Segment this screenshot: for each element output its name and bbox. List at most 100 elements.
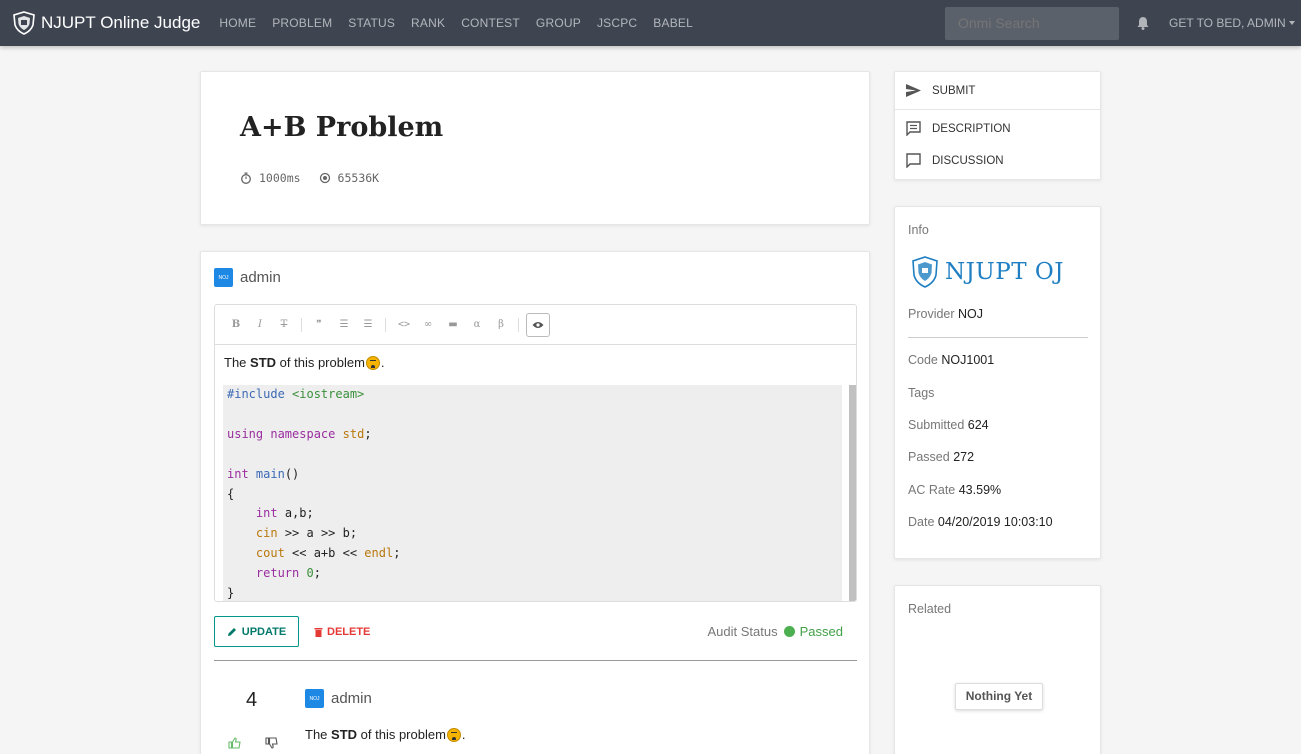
description-link[interactable]: DESCRIPTION [905,121,1095,136]
nav-status[interactable]: STATUS [340,16,403,30]
description-comment-icon [906,121,921,136]
status-dot-icon [783,626,795,637]
brand[interactable]: NJUPT Online Judge [12,11,200,35]
nav-contest[interactable]: CONTEST [453,16,528,30]
preview-toggle[interactable] [526,313,550,337]
reply-author[interactable]: NOJ admin [305,689,372,708]
reply-avatar: NOJ [305,689,324,708]
discussion-card: NOJ admin B I T ❞ ☰ ☰ <> ∞ ▬ α β The STD… [200,251,870,754]
time-limit: 1000ms [259,171,301,185]
nav-jscpc[interactable]: JSCPC [589,16,645,30]
nav-group[interactable]: GROUP [528,16,589,30]
memory-limit: 65536K [337,171,380,185]
trash-icon [314,627,323,637]
beta-icon[interactable]: β [494,319,508,330]
info-submitted: Submitted 624 [908,418,989,432]
njupt-crest-icon [912,256,938,288]
preview-scrollbar[interactable] [849,385,856,601]
passed-value: 272 [953,450,975,464]
info-ac-rate: AC Rate 43.59% [908,483,1001,497]
top-navbar: NJUPT Online Judge HOME PROBLEM STATUS R… [0,0,1301,46]
post-author[interactable]: NOJ admin [214,268,281,287]
unordered-list-icon[interactable]: ☰ [337,319,351,330]
discussion-label: DISCUSSION [932,154,1004,167]
discussion-link[interactable]: DISCUSSION [905,153,1095,168]
eye-icon [532,322,544,328]
submit-link[interactable]: SUBMIT [905,83,1095,98]
problem-info-card: Info NJUPT OJ Provider NOJ Code NOJ1001 … [894,206,1101,559]
related-card: Related Nothing Yet [894,585,1101,754]
upside-down-face-emoji-icon [365,355,380,370]
ac-rate-value: 43.59% [958,483,1002,497]
info-provider: Provider NOJ [908,307,983,321]
problem-limits: 1000ms 65536K [240,171,379,185]
audit-status-value: Passed [799,624,843,639]
reply-paragraph: The STD of this problem. [305,727,466,742]
editor-preview: The STD of this problem. #include <iostr… [215,345,856,601]
link-icon[interactable]: ∞ [421,319,435,330]
description-label: DESCRIPTION [932,122,1011,135]
code-label: Code [908,353,938,367]
info-divider [908,337,1088,338]
send-icon [906,84,921,97]
provider-label: Provider [908,307,955,321]
ordered-list-icon[interactable]: ☰ [361,319,375,330]
timer-icon [241,172,251,184]
info-tags: Tags [908,386,934,400]
code-icon[interactable]: <> [397,319,411,330]
nav-home[interactable]: HOME [211,16,264,30]
user-menu[interactable]: GET TO BED, ADMIN [1169,16,1295,30]
brand-name: NJUPT Online Judge [41,13,201,32]
markdown-editor[interactable]: B I T ❞ ☰ ☰ <> ∞ ▬ α β The STD of this p [214,304,857,602]
problem-title: A+B Problem [240,112,444,143]
audit-label: Audit Status [707,624,778,639]
code-block: #include <iostream> using namespace std;… [223,385,842,601]
text-before: The [224,355,247,370]
related-heading: Related [908,602,952,616]
omni-search-input[interactable] [945,7,1119,40]
discussion-divider [214,660,857,661]
submitted-label: Submitted [908,418,965,432]
image-icon[interactable]: ▬ [446,319,460,330]
bell-icon[interactable] [1137,16,1149,30]
scrollbar-thumb[interactable] [849,385,856,601]
text-bold: STD [250,355,277,370]
reply-author-name: admin [331,690,372,707]
thumbs-up-icon[interactable] [228,737,241,749]
reply-emoji-icon [446,727,461,742]
passed-label: Passed [908,450,950,464]
quote-icon[interactable]: ❞ [312,319,326,330]
problem-header-card: A+B Problem 1000ms 65536K [200,71,870,225]
delete-button[interactable]: DELETE [314,616,370,647]
submitted-value: 624 [967,418,989,432]
reply-text-bold: STD [331,727,358,742]
text-after: of this problem [279,355,365,370]
date-value: 04/20/2019 10:03:10 [937,515,1053,529]
reply-text-end: . [461,727,466,742]
user-menu-label: GET TO BED, ADMIN [1169,16,1286,30]
main-nav: HOME PROBLEM STATUS RANK CONTEST GROUP J… [211,16,701,30]
nav-babel[interactable]: BABEL [645,16,701,30]
memory-chip-icon [319,172,330,184]
side-divider [895,109,1100,110]
update-button[interactable]: UPDATE [214,616,299,647]
discussion-forum-icon [906,153,921,168]
author-name: admin [240,269,281,286]
nav-rank[interactable]: RANK [403,16,453,30]
njupt-shield-logo-icon [13,11,35,35]
nav-problem[interactable]: PROBLEM [264,16,340,30]
bold-icon[interactable]: B [229,319,243,330]
italic-icon[interactable]: I [253,319,267,330]
delete-label: DELETE [327,625,371,638]
code-value: NOJ1001 [941,353,995,367]
reply-text-before: The [305,727,328,742]
strikethrough-icon[interactable]: T [277,319,291,330]
text-end: . [380,355,385,370]
problem-side-menu: SUBMIT DESCRIPTION DISCUSSION [894,71,1101,180]
alpha-icon[interactable]: α [470,319,484,330]
ac-rate-label: AC Rate [908,483,956,497]
njupt-oj-logo: NJUPT OJ [911,255,1083,289]
thumbs-down-icon[interactable] [265,737,278,749]
editor-toolbar: B I T ❞ ☰ ☰ <> ∞ ▬ α β [215,305,856,345]
provider-value: NOJ [958,307,984,321]
